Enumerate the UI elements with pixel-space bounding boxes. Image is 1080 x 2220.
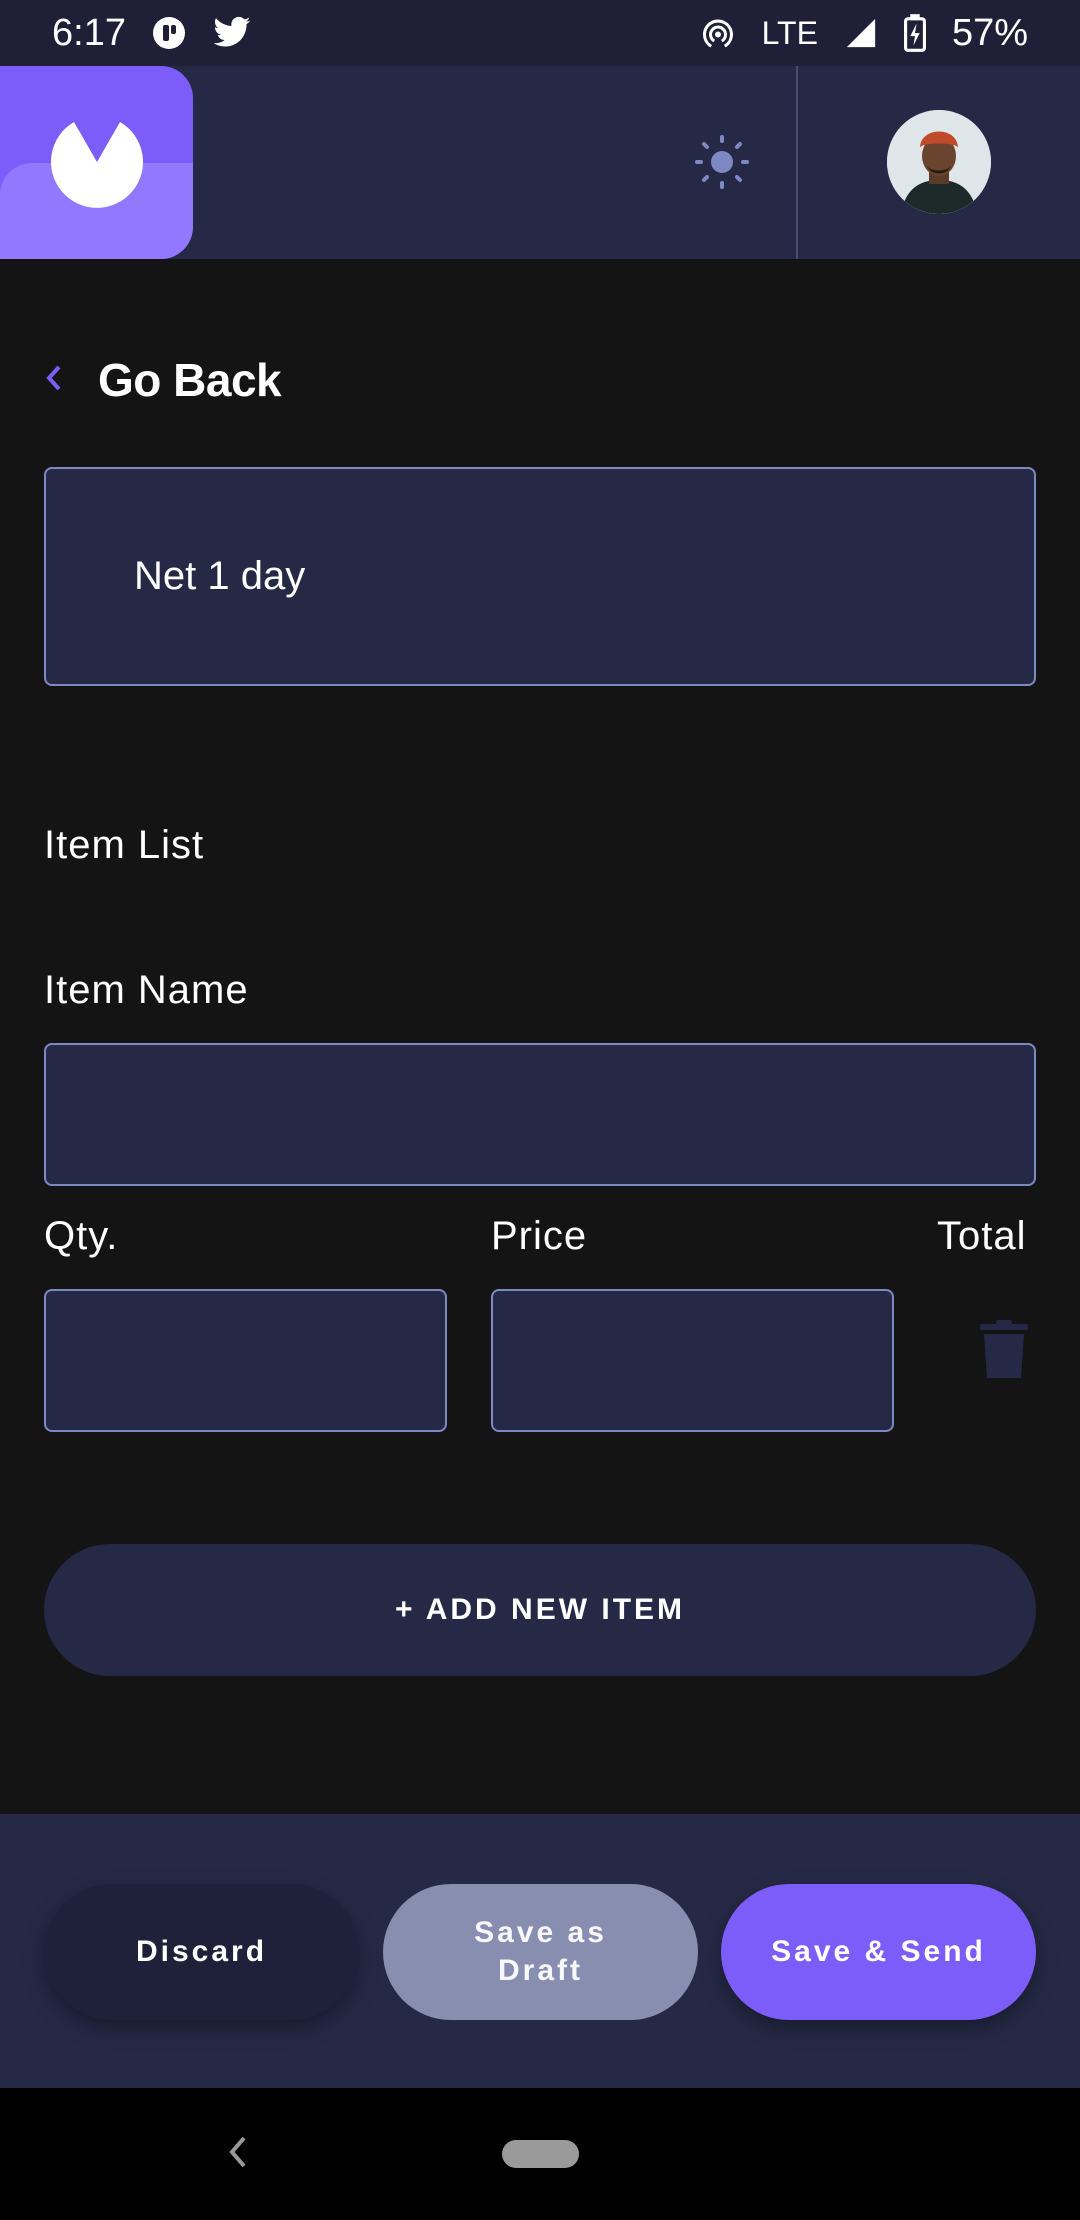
price-label: Price <box>491 1214 588 1258</box>
avatar[interactable] <box>887 110 991 214</box>
twitter-icon <box>212 16 252 50</box>
chevron-left-icon <box>44 364 64 397</box>
qty-label: Qty. <box>44 1214 119 1258</box>
status-time: 6:17 <box>52 11 126 54</box>
go-back-label: Go Back <box>98 354 282 406</box>
app-header <box>0 66 1080 259</box>
hotspot-icon <box>700 15 736 51</box>
add-new-item-button[interactable]: + ADD NEW ITEM <box>44 1544 1036 1676</box>
item-name-label: Item Name <box>44 968 249 1012</box>
item-name-input[interactable] <box>44 1043 1036 1186</box>
status-left: 6:17 <box>52 12 252 55</box>
save-and-send-button[interactable]: Save & Send <box>721 1884 1036 2020</box>
qty-input[interactable] <box>44 1289 447 1432</box>
go-back-link[interactable]: Go Back <box>44 350 282 410</box>
logo[interactable] <box>0 66 193 259</box>
payment-terms-select[interactable]: Net 1 day <box>44 467 1036 686</box>
sun-icon[interactable] <box>694 134 750 195</box>
trash-icon[interactable] <box>976 1320 1032 1385</box>
payment-terms-value: Net 1 day <box>134 554 306 598</box>
status-bar: 6:17 LTE 57% <box>0 0 1080 66</box>
logo-icon <box>50 116 144 215</box>
status-battery: 57% <box>951 11 1028 54</box>
item-list-heading: Item List <box>44 823 205 867</box>
system-back-icon[interactable] <box>226 2132 250 2177</box>
action-bar: Discard Save as Draft Save & Send <box>0 1814 1080 2088</box>
status-right: LTE 57% <box>700 12 1028 55</box>
signal-icon <box>844 16 878 50</box>
total-label: Total <box>937 1214 1027 1258</box>
system-home-button[interactable] <box>502 2140 579 2168</box>
discard-button[interactable]: Discard <box>44 1884 359 2020</box>
save-as-draft-button[interactable]: Save as Draft <box>383 1884 698 2020</box>
battery-charging-icon <box>903 14 926 52</box>
system-nav-bar <box>0 2088 1080 2220</box>
status-network: LTE <box>761 14 818 51</box>
price-input[interactable] <box>491 1289 894 1432</box>
badge-icon <box>152 16 186 50</box>
header-divider <box>796 66 798 259</box>
